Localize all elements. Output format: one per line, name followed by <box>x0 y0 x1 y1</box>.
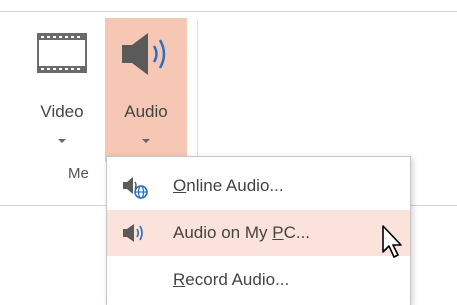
menu-item-record-audio-label: Record Audio... <box>173 270 289 290</box>
ribbon-group-label: Me <box>68 165 89 182</box>
video-film-icon <box>37 33 87 73</box>
menu-item-online-audio[interactable]: Online Audio... <box>107 163 410 209</box>
video-dropdown-arrow-icon <box>26 130 98 148</box>
menu-item-record-audio[interactable]: Record Audio... <box>107 257 410 303</box>
video-button[interactable]: Video <box>26 18 98 150</box>
label-suffix: ecord Audio... <box>185 270 290 289</box>
speaker-small-icon <box>123 224 143 242</box>
audio-button[interactable]: Audio <box>105 18 187 162</box>
label-suffix: nline Audio... <box>186 176 284 195</box>
accelerator-key: P <box>272 223 284 242</box>
label-suffix: C... <box>283 223 311 242</box>
audio-dropdown-menu: Online Audio... Audio on My PC... Record… <box>106 156 411 305</box>
audio-dropdown-arrow-icon <box>105 130 187 148</box>
audio-button-label: Audio <box>124 102 168 121</box>
ribbon-top-border <box>0 11 457 12</box>
video-button-label: Video <box>40 102 84 121</box>
mouse-pointer-icon <box>382 225 402 258</box>
menu-item-audio-on-my-pc[interactable]: Audio on My PC... <box>107 210 410 256</box>
accelerator-key: R <box>173 270 186 289</box>
online-audio-icon <box>123 177 148 199</box>
accelerator-key: O <box>173 176 187 195</box>
speaker-icon <box>122 33 166 75</box>
menu-item-audio-on-my-pc-label: Audio on My PC... <box>173 223 310 243</box>
menu-item-online-audio-label: Online Audio... <box>173 176 284 196</box>
label-prefix: Audio on My <box>173 223 273 242</box>
